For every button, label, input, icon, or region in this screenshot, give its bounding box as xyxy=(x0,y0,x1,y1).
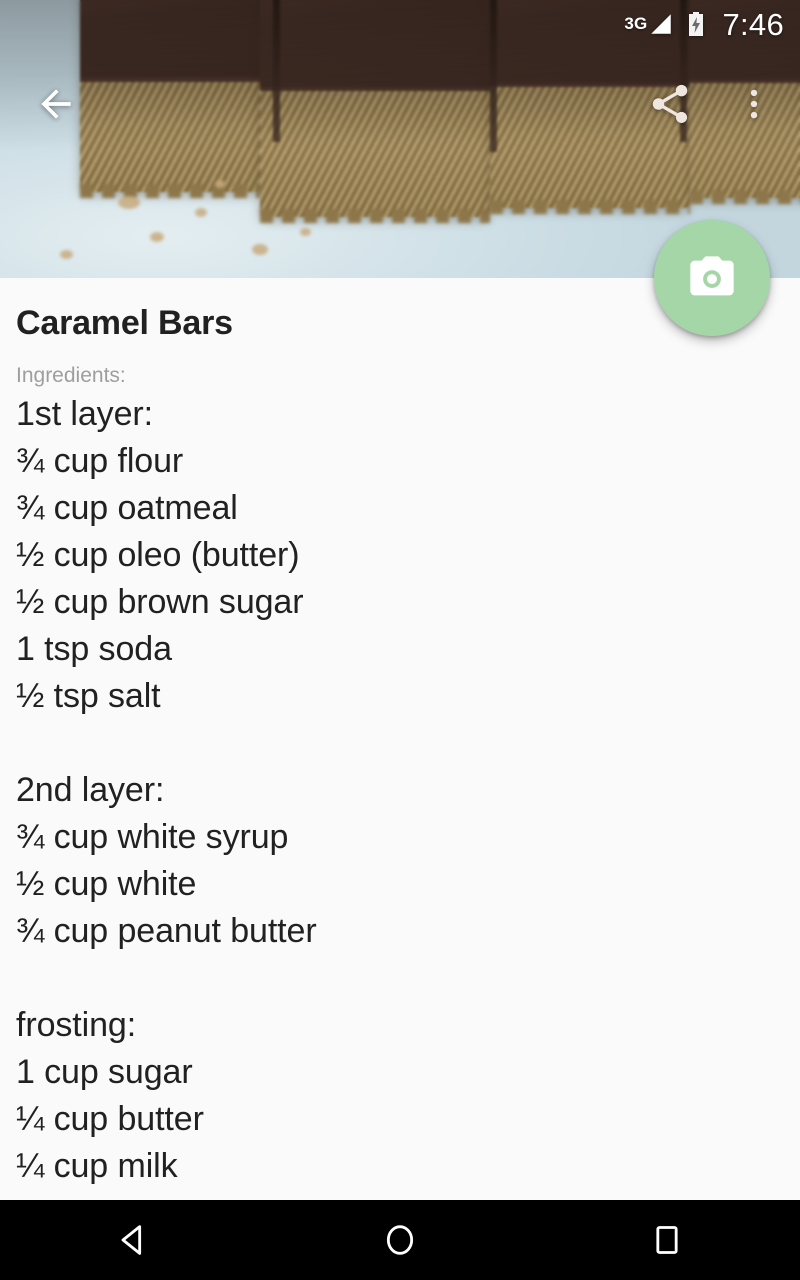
nav-back-triangle-icon xyxy=(121,1225,142,1255)
network-type-label: 3G xyxy=(624,14,648,33)
add-photo-fab[interactable] xyxy=(654,220,770,336)
signal-bars-icon xyxy=(651,14,672,34)
back-button[interactable] xyxy=(20,68,92,140)
share-icon xyxy=(652,84,688,124)
app-toolbar xyxy=(0,48,800,160)
overflow-menu-button[interactable] xyxy=(726,68,782,140)
nav-home-button[interactable] xyxy=(340,1200,460,1280)
status-bar-clock: 7:46 xyxy=(722,6,784,42)
nav-home-circle-icon xyxy=(386,1225,414,1255)
overflow-menu-icon xyxy=(750,89,758,119)
nav-recents-button[interactable] xyxy=(607,1200,727,1280)
recipe-content[interactable]: Caramel Bars Ingredients: 1st layer: ¾ c… xyxy=(0,278,800,1200)
battery-charging-icon xyxy=(689,12,704,36)
nav-recents-square-icon xyxy=(656,1226,678,1254)
ingredients-label: Ingredients: xyxy=(16,364,126,387)
system-navigation-bar xyxy=(0,1200,800,1280)
share-button[interactable] xyxy=(634,68,706,140)
nav-back-button[interactable] xyxy=(73,1200,193,1280)
back-arrow-icon xyxy=(41,89,71,119)
status-bar: 3G 7:46 xyxy=(0,0,800,48)
app-screen: 3G 7:46 Caramel Bars Ingredients: 1st la… xyxy=(0,0,800,1280)
ingredients-text: 1st layer: ¾ cup flour ¾ cup oatmeal ½ c… xyxy=(16,395,317,1185)
camera-icon xyxy=(690,256,734,296)
